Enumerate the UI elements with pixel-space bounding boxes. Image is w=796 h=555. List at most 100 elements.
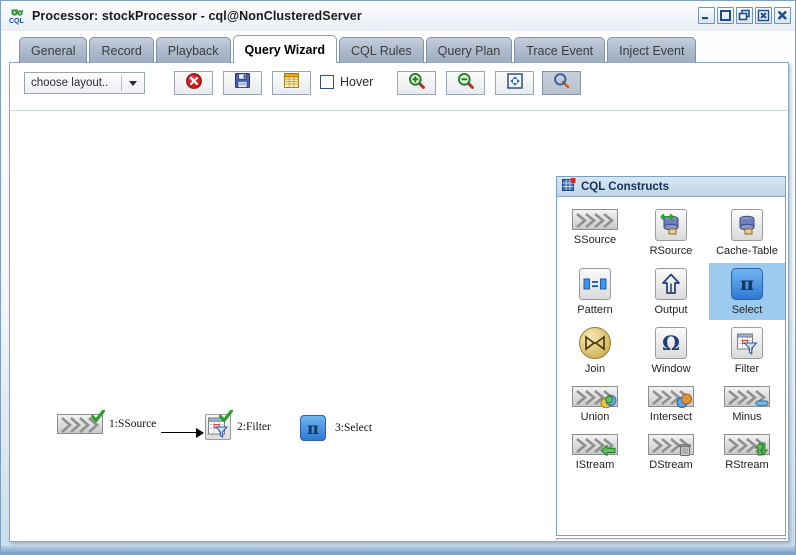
cql-item-select[interactable]: π Select	[709, 263, 785, 320]
close-frame-button[interactable]	[755, 7, 772, 24]
output-arrow-up-icon	[655, 268, 687, 300]
close-button[interactable]	[774, 7, 791, 24]
tab-label: Query Plan	[437, 43, 501, 58]
filter-table-icon	[731, 327, 763, 359]
search-button[interactable]	[542, 71, 581, 95]
layout-select[interactable]: choose layout..	[24, 72, 145, 94]
tab-label: CQL Rules	[350, 43, 412, 58]
templates-section[interactable]: Templates	[556, 538, 786, 540]
cql-item-label: Cache-Table	[716, 245, 778, 257]
graph-canvas[interactable]: 1:SSource 2:Filter π 3:Select CQL Constr…	[10, 111, 788, 540]
tab-trace-event[interactable]: Trace Event	[514, 37, 606, 63]
fit-to-view-button[interactable]	[495, 71, 534, 95]
application-window: CQL Processor: stockProcessor - cql@NonC…	[0, 0, 796, 555]
cql-item-cache-table[interactable]: Cache-Table	[709, 204, 785, 261]
grid-table-icon	[562, 178, 576, 195]
magnifier-plus-icon	[408, 72, 426, 95]
yellow-grid-icon	[283, 72, 300, 94]
cql-item-rstream[interactable]: RStream	[709, 429, 785, 475]
graph-node-filter[interactable]: 2:Filter	[205, 410, 271, 440]
database-cache-icon	[731, 209, 763, 241]
cql-item-label: IStream	[575, 459, 615, 471]
toolbar: choose layout.. Hover	[10, 63, 788, 178]
fit-arrows-icon	[506, 72, 524, 95]
tab-label: Record	[101, 43, 142, 58]
hover-checkbox[interactable]: Hover	[320, 75, 373, 89]
cql-item-rsource[interactable]: RSource	[633, 204, 709, 261]
cql-item-label: RSource	[649, 245, 693, 257]
pi-select-icon: π	[300, 415, 326, 441]
grid-button[interactable]	[272, 71, 311, 95]
pattern-equals-icon	[579, 268, 611, 300]
tab-inject-event[interactable]: Inject Event	[607, 37, 697, 63]
cql-item-join[interactable]: Join	[557, 322, 633, 379]
cql-item-label: Minus	[732, 411, 762, 423]
cql-constructs-header[interactable]: CQL Constructs	[557, 177, 785, 197]
tab-label: Playback	[167, 43, 219, 58]
tab-general[interactable]: General	[19, 37, 88, 63]
graph-node-select[interactable]: π 3:Select	[300, 415, 372, 441]
node-label: 3:Select	[335, 422, 373, 434]
save-button[interactable]	[223, 71, 262, 95]
cql-item-label: Window	[651, 363, 691, 375]
cql-item-label: DStream	[649, 459, 693, 471]
tab-playback[interactable]: Playback	[155, 37, 231, 63]
rstream-green-updown-icon	[724, 434, 770, 456]
magnifier-minus-icon	[457, 72, 475, 95]
cql-constructs-grid: SSource RSource Cache-Table Pattern Outp…	[557, 204, 785, 475]
tab-query-plan[interactable]: Query Plan	[425, 37, 513, 63]
cql-item-filter[interactable]: Filter	[709, 322, 785, 379]
zoom-in-button[interactable]	[397, 71, 436, 95]
graph-node-ssource[interactable]: 1:SSource	[57, 410, 157, 434]
union-spheres-icon	[572, 386, 618, 409]
minus-bar-icon	[724, 386, 770, 407]
cql-item-dstream[interactable]: DStream	[633, 429, 709, 475]
cql-item-window[interactable]: Ω Window	[633, 322, 709, 379]
cql-item-istream[interactable]: IStream	[557, 429, 633, 475]
filter-table-icon	[205, 410, 233, 440]
cql-item-label: Filter	[734, 363, 760, 375]
cql-item-label: Pattern	[577, 304, 613, 316]
chevron-stream-icon	[57, 410, 105, 434]
window-controls	[698, 7, 791, 24]
chevron-stream-icon	[572, 209, 618, 230]
cql-constructs-body: SSource RSource Cache-Table Pattern Outp…	[557, 197, 785, 535]
cql-item-label: RStream	[725, 459, 769, 471]
cql-item-output[interactable]: Output	[633, 263, 709, 320]
cql-item-pattern[interactable]: Pattern	[557, 263, 633, 320]
tab-cql-rules[interactable]: CQL Rules	[338, 37, 424, 63]
green-check-icon	[219, 410, 233, 423]
layout-select-value: choose layout..	[31, 77, 109, 89]
title-bar: CQL Processor: stockProcessor - cql@NonC…	[1, 1, 795, 31]
cql-item-label: Intersect	[649, 411, 693, 423]
cql-item-intersect[interactable]: Intersect	[633, 381, 709, 427]
zoom-out-button[interactable]	[446, 71, 485, 95]
cql-item-union[interactable]: Union	[557, 381, 633, 427]
tab-query-wizard[interactable]: Query Wizard	[232, 35, 337, 63]
pi-select-icon: π	[731, 268, 763, 300]
cql-item-label: Select	[731, 304, 763, 316]
tab-label: General	[31, 43, 76, 58]
minimize-button[interactable]	[698, 7, 715, 24]
tab-bar: General Record Playback Query Wizard CQL…	[19, 35, 698, 63]
tab-content-panel: choose layout.. Hover 1:SSource 2:Filter…	[9, 62, 789, 542]
omega-window-icon: Ω	[655, 327, 687, 359]
cql-item-minus[interactable]: Minus	[709, 381, 785, 427]
dstream-trash-icon	[648, 434, 694, 456]
istream-green-left-icon	[572, 434, 618, 457]
cql-item-ssource[interactable]: SSource	[557, 204, 633, 261]
restore-button[interactable]	[736, 7, 753, 24]
cql-item-label: Union	[580, 411, 610, 423]
svg-text:CQL: CQL	[9, 18, 25, 25]
tab-record[interactable]: Record	[89, 37, 154, 63]
floppy-disk-icon	[234, 72, 251, 94]
cql-gears-icon: CQL	[8, 7, 26, 25]
cql-item-label: SSource	[573, 234, 617, 246]
window-title: Processor: stockProcessor - cql@NonClust…	[32, 9, 362, 23]
delete-button[interactable]	[174, 71, 213, 95]
intersect-spheres-icon	[648, 386, 694, 408]
maximize-button[interactable]	[717, 7, 734, 24]
node-label: 1:SSource	[109, 418, 157, 430]
tab-label: Query Wizard	[244, 42, 325, 57]
checkbox-box	[320, 75, 334, 89]
